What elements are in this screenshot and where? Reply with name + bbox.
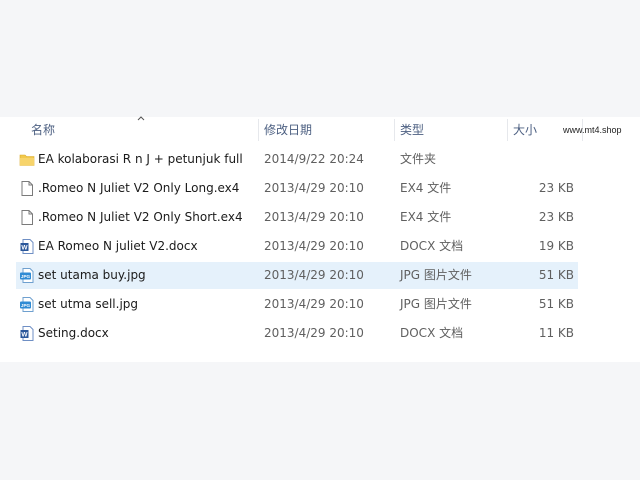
file-name: EA Romeo N juliet V2.docx xyxy=(38,239,198,253)
file-row[interactable]: .Romeo N Juliet V2 Only Short.ex4 2013/4/… xyxy=(16,204,578,231)
file-modified-date: 2014/9/22 20:24 xyxy=(264,152,364,166)
file-type: JPG 图片文件 xyxy=(400,268,472,282)
file-type: JPG 图片文件 xyxy=(400,297,472,311)
file-row[interactable]: JPG set utma sell.jpg 2013/4/29 20:10 JPG 图… xyxy=(16,291,578,318)
column-header-name[interactable]: 名称 xyxy=(31,117,55,143)
file-row[interactable]: W Seting.docx 2013/4/29 20:10 DOCX 文档 11 KB xyxy=(16,320,578,347)
file-row[interactable]: .Romeo N Juliet V2 Only Long.ex4 2013/4/2… xyxy=(16,175,578,202)
file-type: DOCX 文档 xyxy=(400,326,464,340)
file-size: 23 KB xyxy=(538,210,574,224)
file-size: 51 KB xyxy=(538,297,574,311)
column-divider[interactable] xyxy=(394,119,395,141)
file-type: 文件夹 xyxy=(400,152,437,166)
jpg-image-icon: JPG xyxy=(19,296,35,313)
file-modified-date: 2013/4/29 20:10 xyxy=(264,268,364,282)
file-list-panel: 名称 修改日期 类型 大小 www.mt4.shop EA kolaborasi… xyxy=(0,116,640,362)
file-row[interactable]: JPG set utama buy.jpg 2013/4/29 20:10 JPG 图… xyxy=(16,262,578,289)
file-modified-date: 2013/4/29 20:10 xyxy=(264,326,364,340)
column-header-bar: 名称 修改日期 类型 大小 www.mt4.shop xyxy=(0,116,640,143)
file-type: EX4 文件 xyxy=(400,181,452,195)
file-size: 23 KB xyxy=(538,181,574,195)
file-type: DOCX 文档 xyxy=(400,239,464,253)
file-name: set utama buy.jpg xyxy=(38,268,146,282)
sort-ascending-icon xyxy=(137,116,145,121)
file-size: 19 KB xyxy=(538,239,574,253)
file-name: .Romeo N Juliet V2 Only Short.ex4 xyxy=(38,210,243,224)
file-type: EX4 文件 xyxy=(400,210,452,224)
svg-text:JPG: JPG xyxy=(21,274,31,279)
file-row[interactable]: W EA Romeo N juliet V2.docx 2013/4/29 20:1… xyxy=(16,233,578,260)
word-doc-icon: W xyxy=(19,325,35,342)
file-name: set utma sell.jpg xyxy=(38,297,139,311)
file-icon xyxy=(19,209,35,226)
file-modified-date: 2013/4/29 20:10 xyxy=(264,181,364,195)
svg-text:JPG: JPG xyxy=(21,303,31,308)
file-size: 51 KB xyxy=(538,268,574,282)
watermark-text: www.mt4.shop xyxy=(563,125,622,135)
column-header-type[interactable]: 类型 xyxy=(400,117,424,143)
column-divider[interactable] xyxy=(507,119,508,141)
file-modified-date: 2013/4/29 20:10 xyxy=(264,210,364,224)
file-row[interactable]: EA kolaborasi R n J + petunjuk full 2014/… xyxy=(16,146,578,173)
column-header-date[interactable]: 修改日期 xyxy=(264,117,312,143)
column-header-size[interactable]: 大小 xyxy=(513,117,537,143)
file-name: EA kolaborasi R n J + petunjuk full xyxy=(38,152,243,166)
file-name: Seting.docx xyxy=(38,326,109,340)
svg-text:W: W xyxy=(21,332,28,339)
file-size: 11 KB xyxy=(538,326,574,340)
column-divider[interactable] xyxy=(258,119,259,141)
file-icon xyxy=(19,180,35,197)
word-doc-icon: W xyxy=(19,238,35,255)
file-modified-date: 2013/4/29 20:10 xyxy=(264,297,364,311)
folder-icon xyxy=(19,151,35,168)
svg-text:W: W xyxy=(21,245,28,252)
file-modified-date: 2013/4/29 20:10 xyxy=(264,239,364,253)
file-name: .Romeo N Juliet V2 Only Long.ex4 xyxy=(38,181,240,195)
jpg-image-icon: JPG xyxy=(19,267,35,284)
